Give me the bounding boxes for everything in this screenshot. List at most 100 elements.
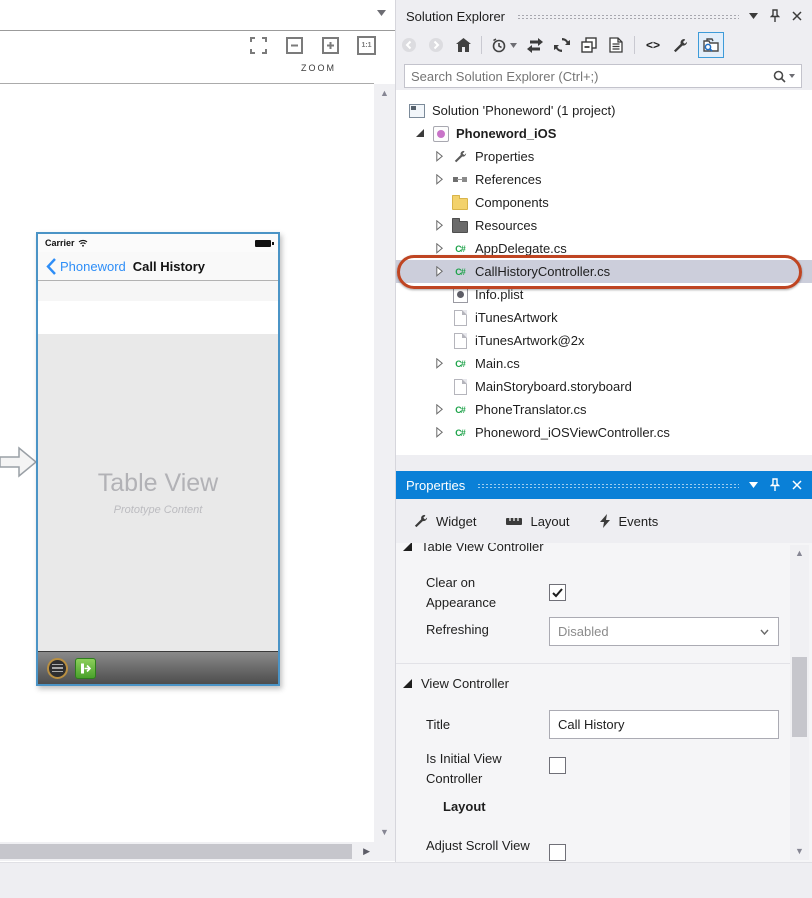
scrollbar-thumb[interactable]: [0, 844, 352, 859]
scroll-up-icon[interactable]: ▲: [374, 84, 395, 98]
prototype-content-label: Prototype Content: [114, 504, 203, 516]
window-position-icon[interactable]: [749, 482, 758, 488]
clear-on-appearance-label: Clear on Appearance: [426, 573, 544, 613]
properties-tabs: Widget Layout Events: [396, 499, 812, 543]
back-chevron-icon[interactable]: [46, 258, 56, 275]
tree-row-mainstoryboard[interactable]: MainStoryboard.storyboard: [396, 375, 812, 398]
tree-row-viewcontroller[interactable]: C# Phoneword_iOSViewController.cs: [396, 421, 812, 444]
section-table-view-controller[interactable]: Table View Controller: [403, 543, 544, 554]
references-icon: [452, 172, 468, 188]
zoom-out-icon[interactable]: [285, 36, 304, 55]
tree-row-properties[interactable]: Properties: [396, 145, 812, 168]
tree-row-appdelegate[interactable]: C# AppDelegate.cs: [396, 237, 812, 260]
tool-window-column: Solution Explorer: [396, 0, 812, 862]
title-input[interactable]: [550, 717, 778, 732]
plist-file-icon: [452, 287, 468, 303]
storyboard-canvas[interactable]: Carrier Phoneword Call History Table Vie…: [0, 84, 374, 842]
tree-row-itunesartwork[interactable]: iTunesArtwork: [396, 306, 812, 329]
chevron-right-icon[interactable]: [434, 404, 444, 415]
table-view-area[interactable]: Table View Prototype Content: [38, 334, 278, 651]
chevron-down-icon: [760, 629, 769, 635]
chevron-right-icon[interactable]: [434, 220, 444, 231]
zoom-in-icon[interactable]: [321, 36, 340, 55]
tree-row-project[interactable]: Phoneword_iOS: [396, 122, 812, 145]
pin-icon[interactable]: [770, 478, 780, 492]
show-all-files-icon[interactable]: [607, 35, 625, 55]
horizontal-scrollbar[interactable]: ▶: [0, 842, 374, 861]
window-position-icon[interactable]: [749, 13, 758, 19]
view-controller-icon[interactable]: [47, 658, 68, 679]
wifi-icon: [78, 239, 88, 247]
collapse-all-icon[interactable]: [580, 35, 598, 55]
tree-row-phonetranslator[interactable]: C# PhoneTranslator.cs: [396, 398, 812, 421]
tree-row-infoplist[interactable]: Info.plist: [396, 283, 812, 306]
tree-row-itunesartwork2x[interactable]: iTunesArtwork@2x: [396, 329, 812, 352]
tree-row-callhistorycontroller[interactable]: C# CallHistoryController.cs: [396, 260, 812, 283]
exit-segue-icon[interactable]: [75, 658, 96, 679]
chevron-right-icon[interactable]: [434, 358, 444, 369]
scroll-right-icon[interactable]: ▶: [363, 846, 370, 857]
close-icon[interactable]: [792, 11, 802, 21]
section-expanded-icon: [403, 679, 413, 689]
scroll-up-icon[interactable]: ▲: [790, 545, 809, 558]
scrollbar-thumb[interactable]: [792, 657, 807, 737]
solution-explorer-header: Solution Explorer: [396, 2, 812, 30]
prototype-cell[interactable]: [38, 301, 278, 334]
ide-window: 1:1 ZOOM Carrier Phoneword: [0, 0, 812, 898]
designer-tab-strip: [0, 0, 396, 31]
chevron-down-icon[interactable]: [377, 10, 386, 16]
scroll-down-icon[interactable]: ▼: [790, 847, 809, 856]
tree-row-maincs[interactable]: C# Main.cs: [396, 352, 812, 375]
forward-icon[interactable]: [427, 35, 445, 55]
preview-selected-items-icon[interactable]: [698, 32, 724, 58]
adjust-scroll-checkbox[interactable]: [549, 844, 566, 861]
tree-row-components[interactable]: Components: [396, 191, 812, 214]
nav-title: Call History: [133, 259, 205, 274]
properties-icon[interactable]: [671, 35, 689, 55]
layout-subheading: Layout: [443, 799, 486, 814]
fit-to-screen-icon[interactable]: [249, 36, 268, 55]
file-icon: [452, 379, 468, 395]
search-icon[interactable]: [773, 70, 801, 83]
segue-arrow-icon[interactable]: [0, 444, 38, 480]
tree-row-resources[interactable]: Resources: [396, 214, 812, 237]
back-icon[interactable]: [400, 35, 418, 55]
home-icon[interactable]: [454, 35, 472, 55]
refresh-icon[interactable]: [553, 35, 571, 55]
refreshing-dropdown[interactable]: Disabled: [549, 617, 779, 646]
open-files-filter-icon[interactable]: [491, 35, 517, 55]
designer-toolbar: 1:1 ZOOM: [0, 31, 396, 84]
search-input[interactable]: [405, 69, 773, 84]
tab-layout[interactable]: Layout: [506, 514, 569, 529]
folder-icon: [452, 195, 468, 211]
chevron-right-icon[interactable]: [434, 151, 444, 162]
sync-with-active-document-icon[interactable]: [526, 35, 544, 55]
wrench-icon: [414, 514, 428, 528]
properties-scrollbar[interactable]: ▲ ▼: [790, 545, 809, 860]
clear-on-appearance-checkbox[interactable]: [549, 584, 566, 601]
chevron-expanded-icon[interactable]: [415, 129, 425, 138]
pin-icon[interactable]: [770, 9, 780, 23]
actual-size-icon[interactable]: 1:1: [357, 36, 376, 55]
tree-row-solution[interactable]: Solution 'Phoneword' (1 project): [396, 99, 812, 122]
chevron-right-icon[interactable]: [434, 243, 444, 254]
chevron-right-icon[interactable]: [434, 266, 444, 277]
chevron-right-icon[interactable]: [434, 174, 444, 185]
view-code-icon[interactable]: <>: [644, 35, 662, 55]
section-view-controller[interactable]: View Controller: [403, 676, 509, 691]
is-initial-checkbox[interactable]: [549, 757, 566, 774]
is-initial-label: Is Initial View Controller: [426, 749, 544, 789]
tab-widget[interactable]: Widget: [414, 514, 476, 529]
vertical-scrollbar[interactable]: ▲ ▼: [374, 84, 395, 842]
chevron-right-icon[interactable]: [434, 427, 444, 438]
scroll-down-icon[interactable]: ▼: [374, 828, 395, 837]
close-icon[interactable]: [792, 480, 802, 490]
tab-events[interactable]: Events: [600, 514, 659, 529]
battery-icon: [255, 240, 271, 247]
iphone-view-controller[interactable]: Carrier Phoneword Call History Table Vie…: [36, 232, 280, 686]
pane-title: Solution Explorer: [406, 9, 505, 24]
back-button[interactable]: Phoneword: [60, 259, 126, 274]
phone-status-bar: Carrier: [38, 234, 278, 252]
tree-row-references[interactable]: References: [396, 168, 812, 191]
section-expanded-icon: [403, 543, 413, 552]
